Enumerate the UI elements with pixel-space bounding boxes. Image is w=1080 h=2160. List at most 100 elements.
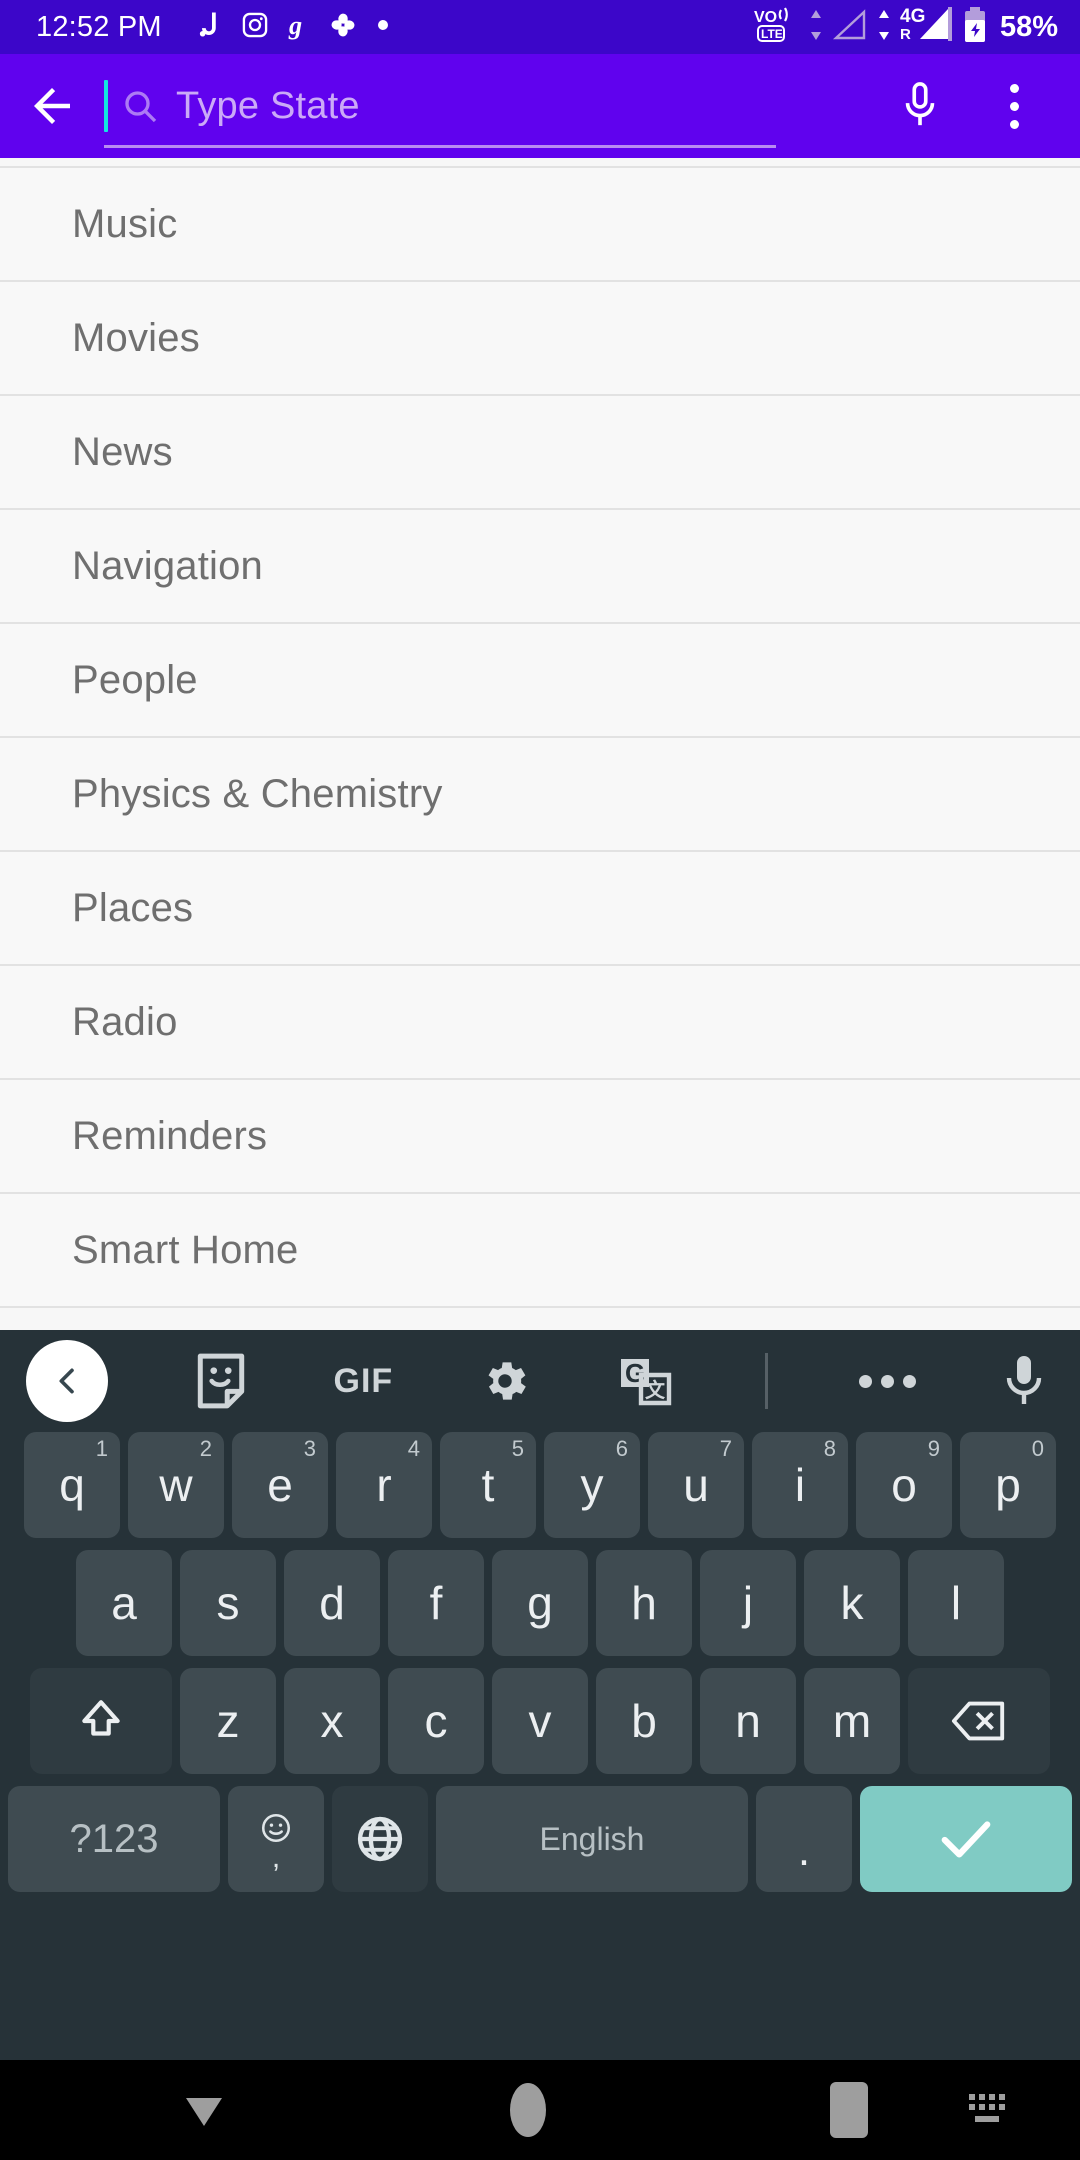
key-label: English <box>539 1820 645 1857</box>
list-item[interactable]: Radio <box>0 966 1080 1080</box>
list-item[interactable]: Places <box>0 852 1080 966</box>
svg-text:R: R <box>900 26 911 43</box>
translate-button[interactable]: G 文 <box>617 1353 673 1409</box>
keyboard-row-2: a s d f g h j k l <box>4 1550 1076 1656</box>
keyboard-dismiss-icon <box>186 2098 222 2126</box>
key-label: . <box>797 1826 811 1876</box>
key-b[interactable]: b <box>596 1668 692 1774</box>
key-f[interactable]: f <box>388 1550 484 1656</box>
language-switch-key[interactable] <box>332 1786 428 1892</box>
list-item[interactable]: Physics & Chemistry <box>0 738 1080 852</box>
more-options-button[interactable] <box>859 1374 917 1388</box>
translate-icon: G 文 <box>620 1358 671 1406</box>
search-placeholder: Type State <box>176 84 360 127</box>
gif-button[interactable]: GIF <box>334 1362 394 1401</box>
list-item[interactable]: Movies <box>0 282 1080 396</box>
key-label: v <box>528 1695 552 1747</box>
voice-input-button[interactable] <box>1002 1354 1046 1408</box>
comma-label: , <box>271 1841 281 1874</box>
list-item[interactable]: Navigation <box>0 510 1080 624</box>
key-label: t <box>481 1459 495 1511</box>
key-label: x <box>320 1695 344 1747</box>
key-hint: 9 <box>927 1436 940 1461</box>
home-icon <box>510 2083 546 2137</box>
nav-home-button[interactable] <box>510 2083 546 2137</box>
key-label: k <box>840 1577 864 1629</box>
symbols-key[interactable]: ?123 <box>8 1786 220 1892</box>
list-item[interactable]: Reminders <box>0 1080 1080 1194</box>
key-label: d <box>319 1577 345 1629</box>
key-l[interactable]: l <box>908 1550 1004 1656</box>
key-label: r <box>376 1459 392 1511</box>
key-hint: 3 <box>303 1436 316 1461</box>
key-hint: 1 <box>95 1436 108 1461</box>
key-t[interactable]: 5t <box>440 1432 536 1538</box>
key-label: w <box>159 1459 193 1511</box>
nav-recents-button[interactable] <box>830 2082 868 2138</box>
key-z[interactable]: z <box>180 1668 276 1774</box>
recents-icon <box>830 2082 868 2138</box>
backspace-key[interactable] <box>908 1668 1050 1774</box>
switch-keyboard-button[interactable] <box>965 2088 1015 2132</box>
gif-icon: GIF <box>333 1361 394 1400</box>
key-a[interactable]: a <box>76 1550 172 1656</box>
emoji-comma-key[interactable]: , <box>228 1786 324 1892</box>
battery-percentage: 58% <box>999 10 1058 43</box>
key-v[interactable]: v <box>492 1668 588 1774</box>
enter-key[interactable] <box>860 1786 1072 1892</box>
nav-back-button[interactable] <box>176 2082 232 2138</box>
key-h[interactable]: h <box>596 1550 692 1656</box>
toolbar-divider <box>764 1353 768 1409</box>
voice-search-button[interactable] <box>876 54 964 158</box>
keyboard-toolbar: GIF G 文 <box>0 1330 1080 1432</box>
collapse-toolbar-button[interactable] <box>26 1340 108 1422</box>
key-k[interactable]: k <box>804 1550 900 1656</box>
period-key[interactable]: . <box>756 1786 852 1892</box>
settings-gear-icon <box>488 1362 526 1400</box>
key-q[interactable]: 1q <box>24 1432 120 1538</box>
battery-charging-icon <box>962 6 988 49</box>
list-item[interactable]: Music <box>0 168 1080 282</box>
on-screen-keyboard: GIF G 文 1 q 2 w 3 e 4 r 5 t 6 y 7 u 8 i … <box>0 1330 1080 2060</box>
search-field[interactable]: Type State <box>104 54 876 158</box>
key-label: b <box>631 1695 657 1747</box>
list-item[interactable]: Smart Home <box>0 1194 1080 1308</box>
list-item-label: Navigation <box>72 543 264 588</box>
back-button[interactable] <box>0 79 104 133</box>
key-y[interactable]: 6y <box>544 1432 640 1538</box>
search-icon <box>120 86 160 126</box>
key-n[interactable]: n <box>700 1668 796 1774</box>
key-e[interactable]: 3e <box>232 1432 328 1538</box>
app-bar: Type State <box>0 54 1080 158</box>
svg-text:4G: 4G <box>900 6 925 27</box>
key-c[interactable]: c <box>388 1668 484 1774</box>
key-hint: 2 <box>199 1436 212 1461</box>
key-label: i <box>794 1459 806 1511</box>
key-o[interactable]: 9o <box>856 1432 952 1538</box>
space-key[interactable]: English <box>436 1786 748 1892</box>
key-u[interactable]: 7u <box>648 1432 744 1538</box>
key-p[interactable]: 0p <box>960 1432 1056 1538</box>
overflow-menu-button[interactable] <box>970 54 1058 158</box>
key-x[interactable]: x <box>284 1668 380 1774</box>
keyboard-settings-button[interactable] <box>479 1355 531 1407</box>
checkmark-enter-icon <box>941 1821 991 1858</box>
key-d[interactable]: d <box>284 1550 380 1656</box>
list-item[interactable]: People <box>0 624 1080 738</box>
search-underline <box>104 145 776 148</box>
suggestion-list[interactable]: Music Movies News Navigation People Phys… <box>0 158 1080 1330</box>
key-i[interactable]: 8i <box>752 1432 848 1538</box>
sticker-button[interactable] <box>194 1352 248 1410</box>
shift-key[interactable] <box>30 1668 172 1774</box>
key-r[interactable]: 4r <box>336 1432 432 1538</box>
key-s[interactable]: s <box>180 1550 276 1656</box>
list-item-label: People <box>72 657 198 702</box>
key-g[interactable]: g <box>492 1550 588 1656</box>
list-item[interactable]: News <box>0 396 1080 510</box>
key-j[interactable]: j <box>700 1550 796 1656</box>
more-vert-icon <box>1009 83 1019 129</box>
key-w[interactable]: 2w <box>128 1432 224 1538</box>
key-m[interactable]: m <box>804 1668 900 1774</box>
svg-text:文: 文 <box>645 1378 666 1402</box>
list-item-label: Reminders <box>72 1113 268 1158</box>
